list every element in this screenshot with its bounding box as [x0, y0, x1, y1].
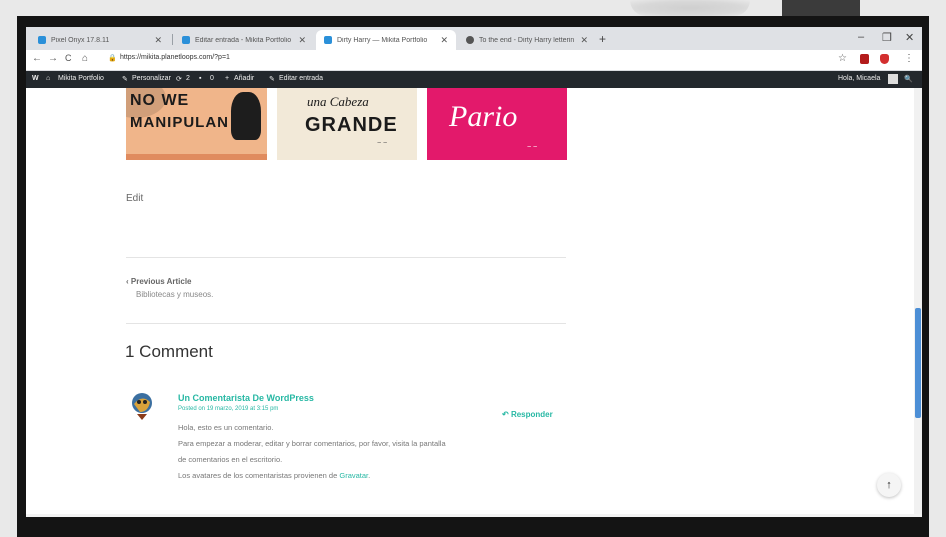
wp-admin-bar: W ⌂ Mikita Portfolio ✎ Personalizar ⟳ 2 … [26, 71, 922, 88]
tab-to-the-end[interactable]: To the end - Dirty Harry lettering ✕ [458, 30, 596, 50]
comment-text: Los avatares de los comentaristas provie… [178, 471, 370, 480]
pencil-icon: ✎ [122, 76, 128, 83]
gravatar-link[interactable]: Gravatar [339, 471, 368, 480]
home-icon: ⌂ [46, 75, 51, 82]
scrollbar-thumb[interactable] [915, 308, 921, 418]
menu-kebab-icon[interactable]: ⋮ [904, 53, 914, 64]
close-window-button[interactable]: ✕ [905, 31, 914, 44]
background-block [782, 0, 860, 16]
site-favicon-icon [182, 36, 190, 44]
plus-icon: + [225, 75, 230, 82]
reload-button[interactable]: C [65, 53, 72, 63]
divider [126, 257, 566, 258]
toolbar: ← → C ⌂ 🔒 https://mikita.planetloops.com… [26, 50, 922, 71]
previous-article-link[interactable]: ‹ Previous Article [126, 277, 192, 286]
tab-label: To the end - Dirty Harry lettering [479, 36, 575, 44]
page-content: NO WE MANIPULAN una Cabeza GRANDE ~ ~ Pa… [26, 88, 922, 514]
wordpress-logo-icon[interactable]: W [32, 75, 39, 82]
comment-text: Hola, esto es un comentario. [178, 423, 274, 432]
period: . [368, 471, 371, 480]
gallery-image-1[interactable]: NO WE MANIPULAN [126, 88, 267, 160]
gallery-text: una Cabeza [307, 94, 369, 109]
new-tab-button[interactable]: + [599, 32, 606, 46]
bookmark-star-icon[interactable]: ☆ [838, 53, 847, 64]
gallery-text: Pario [449, 100, 518, 133]
url-field[interactable]: https://mikita.planetloops.com/?p=1 [120, 54, 230, 61]
avatar[interactable] [888, 74, 898, 84]
back-button[interactable]: ← [32, 53, 42, 64]
forward-button[interactable]: → [48, 53, 58, 64]
site-name-link[interactable]: Mikita Portfolio [58, 75, 104, 82]
edit-icon: ✎ [269, 76, 275, 83]
previous-label: Previous Article [130, 277, 192, 286]
back-to-top-button[interactable]: ↑ [877, 473, 901, 497]
edit-post-link[interactable]: Editar entrada [279, 75, 323, 82]
comment-text: Para empezar a moderar, editar y borrar … [178, 439, 446, 448]
tab-editar-entrada[interactable]: Editar entrada - Mikita Portfolio ✕ [174, 30, 314, 50]
reply-button[interactable]: ↶ Responder [502, 410, 553, 419]
background-decoration [630, 0, 750, 16]
close-icon[interactable]: ✕ [298, 35, 306, 46]
globe-icon [466, 36, 474, 44]
tab-pixel-onyx[interactable]: Pixel Onyx 17.8.11 ✕ [30, 30, 170, 50]
gallery-text: NO WE [130, 92, 190, 109]
home-button[interactable]: ⌂ [82, 53, 88, 64]
customize-link[interactable]: Personalizar [132, 75, 171, 82]
tab-label: Editar entrada - Mikita Portfolio [195, 36, 292, 44]
comment-text-prefix: Los avatares de los comentaristas provie… [178, 471, 338, 480]
tab-label: Dirty Harry — Mikita Portfolio [337, 36, 428, 44]
close-icon[interactable]: ✕ [440, 35, 448, 46]
signature-mark: ~ ~ [527, 144, 538, 151]
commenter-avatar [130, 390, 154, 420]
search-icon[interactable]: 🔍 [904, 75, 913, 83]
divider [126, 323, 566, 324]
howdy-user-link[interactable]: Hola, Micaela [838, 75, 880, 82]
previous-article-title[interactable]: Bibliotecas y museos. [136, 290, 213, 299]
comments-icon: ▪ [199, 75, 202, 82]
extension-bag-icon[interactable] [880, 54, 889, 64]
new-content-link[interactable]: Añadir [234, 75, 254, 82]
gallery-text: MANIPULAN [130, 114, 229, 131]
minimize-button[interactable]: – [858, 31, 864, 43]
gallery-image-2[interactable]: una Cabeza GRANDE ~ ~ [277, 88, 417, 160]
edit-link[interactable]: Edit [126, 193, 143, 204]
gallery-image-3[interactable]: Pario ~ ~ [427, 88, 567, 160]
tab-divider [172, 34, 173, 45]
tab-dirty-harry[interactable]: Dirty Harry — Mikita Portfolio ✕ [316, 30, 456, 50]
gallery-text: GRANDE [305, 114, 398, 136]
comments-count[interactable]: 0 [210, 75, 214, 82]
maximize-button[interactable]: ❐ [882, 31, 892, 44]
browser-window: Pixel Onyx 17.8.11 ✕ Editar entrada - Mi… [26, 27, 922, 514]
tab-label: Pixel Onyx 17.8.11 [51, 36, 110, 44]
lock-icon: 🔒 [108, 55, 117, 62]
updates-count[interactable]: 2 [186, 75, 190, 82]
comment-author-link[interactable]: Un Comentarista De WordPress [178, 393, 314, 403]
reply-arrow-icon: ↶ [502, 410, 511, 419]
scrollbar[interactable] [914, 88, 922, 514]
updates-icon: ⟳ [176, 76, 182, 83]
tab-strip: Pixel Onyx 17.8.11 ✕ Editar entrada - Mi… [26, 27, 922, 50]
comments-heading: 1 Comment [125, 342, 213, 361]
reply-label: Responder [510, 410, 553, 419]
extension-pdf-icon[interactable] [860, 54, 869, 64]
taskbar-edge [26, 514, 922, 517]
site-favicon-icon [324, 36, 332, 44]
illustration-face-icon [231, 92, 261, 140]
site-favicon-icon [38, 36, 46, 44]
close-icon[interactable]: ✕ [154, 35, 162, 46]
close-icon[interactable]: ✕ [580, 35, 588, 46]
comment-date-link[interactable]: Posted on 19 marzo, 2019 at 3:15 pm [178, 406, 278, 412]
signature-mark: ~ ~ [377, 140, 388, 147]
comment-text: de comentarios en el escritorio. [178, 455, 283, 464]
